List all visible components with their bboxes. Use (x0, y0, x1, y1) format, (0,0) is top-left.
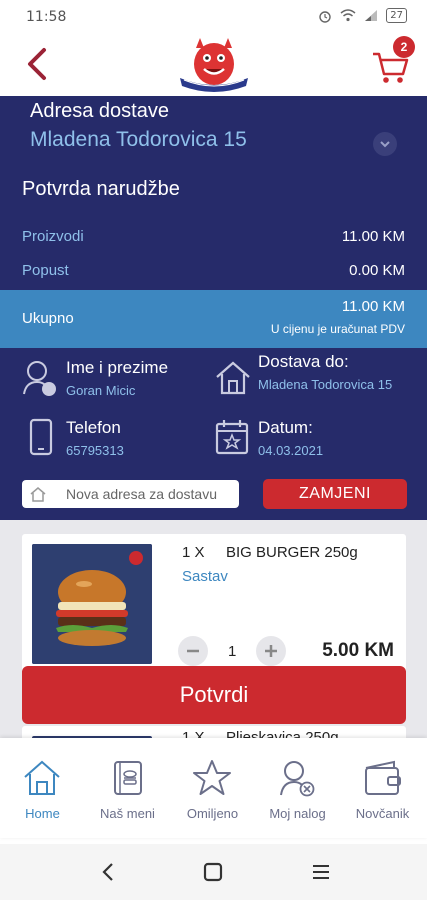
nav-home[interactable]: Home (0, 738, 85, 838)
date-title: Datum: (258, 418, 313, 437)
nav-favorites[interactable]: Omiljeno (170, 738, 255, 838)
system-home-button[interactable] (198, 858, 228, 886)
wallet-icon (365, 760, 401, 795)
plus-icon (265, 645, 277, 657)
new-address-field[interactable] (22, 480, 239, 508)
chevron-left-icon (28, 48, 46, 80)
delivery-address-value[interactable]: Mladena Todorovica 15 (30, 128, 247, 152)
user-icon (280, 761, 315, 797)
discount-label: Popust (22, 262, 69, 279)
total-label: Ukupno (22, 310, 74, 327)
status-icons: 27 (318, 8, 407, 23)
products-label: Proizvodi (22, 228, 84, 245)
order-summary-panel: Adresa dostave Mladena Todorovica 15 Pot… (0, 96, 427, 520)
cart-item: 1 X BIG BURGER 250g Sastav 1 5.00 KM (22, 534, 406, 684)
system-recents-button[interactable] (306, 858, 336, 886)
item-price: 5.00 KM (322, 640, 394, 661)
system-navigation-bar (0, 844, 427, 900)
status-bar: 11:58 27 (0, 0, 427, 34)
cart-item: 1 X Pljeskavica 250g (22, 726, 406, 738)
phone-title: Telefon (66, 418, 121, 437)
new-address-input[interactable] (66, 482, 236, 506)
chevron-left-icon (102, 863, 113, 881)
name-title: Ime i prezime (66, 358, 169, 377)
menu-book-icon (114, 761, 142, 795)
home-icon (216, 361, 250, 395)
calendar-icon (215, 420, 249, 455)
back-button[interactable] (22, 44, 52, 84)
system-back-button[interactable] (94, 858, 124, 886)
minus-icon (187, 649, 199, 653)
nav-home-label: Home (25, 806, 60, 821)
delivery-to-value: Mladena Todorovica 15 (258, 377, 393, 392)
item-details-link[interactable]: Sastav (182, 568, 228, 585)
chevron-down-icon (380, 141, 390, 148)
nav-menu[interactable]: Naš meni (85, 738, 170, 838)
hamburger-icon (313, 865, 329, 879)
cart-count-badge: 2 (393, 36, 415, 58)
item-name: BIG BURGER 250g (226, 544, 358, 561)
restaurant-logo-icon (174, 36, 254, 96)
address-dropdown-button[interactable] (373, 132, 397, 156)
increase-quantity-button[interactable] (256, 636, 286, 666)
vat-note: U cijenu je uračunat PDV (270, 322, 405, 336)
nav-account-label: Moj nalog (269, 806, 326, 821)
nav-account[interactable]: Moj nalog (255, 738, 340, 838)
alarm-icon (319, 10, 331, 23)
delivery-to-title: Dostava do: (258, 352, 349, 371)
order-confirmation-title: Potvrda narudžbe (22, 178, 180, 200)
name-value: Goran Micic (66, 383, 136, 398)
status-time: 11:58 (26, 9, 67, 25)
nav-favorites-label: Omiljeno (186, 806, 239, 821)
item-quantity: 1 X (182, 729, 205, 738)
wifi-icon (340, 9, 356, 22)
star-icon (193, 760, 231, 795)
nav-wallet[interactable]: Novčanik (340, 738, 425, 838)
date-value: 04.03.2021 (258, 443, 324, 458)
square-icon (203, 862, 223, 882)
nav-menu-label: Naš meni (100, 806, 155, 821)
top-bar: 2 (0, 34, 427, 96)
bottom-navigation: Home Naš meni Omiljeno Moj nalog Novčani… (0, 738, 427, 838)
nav-wallet-label: Novčanik (355, 806, 410, 821)
phone-value: 65795313 (66, 443, 124, 458)
confirm-order-button[interactable]: Potvrdi (22, 666, 406, 724)
burger-image (32, 544, 152, 664)
total-bar: Ukupno 11.00 KM U cijenu je uračunat PDV (0, 290, 427, 348)
user-icon (23, 361, 56, 396)
replace-address-button[interactable]: ZAMJENI (263, 479, 407, 509)
signal-icon (365, 10, 378, 21)
phone-icon (29, 418, 53, 456)
products-value: 11.00 KM (341, 228, 405, 245)
home-icon (24, 760, 60, 795)
decrease-quantity-button[interactable] (178, 636, 208, 666)
battery-indicator: 27 (386, 8, 407, 23)
quantity-value: 1 (228, 643, 237, 660)
item-quantity: 1 X (182, 544, 205, 561)
delivery-address-label: Adresa dostave (30, 100, 169, 122)
item-name: Pljeskavica 250g (226, 729, 339, 738)
home-icon (30, 487, 46, 502)
discount-value: 0.00 KM (349, 262, 405, 279)
total-value: 11.00 KM (341, 298, 405, 315)
